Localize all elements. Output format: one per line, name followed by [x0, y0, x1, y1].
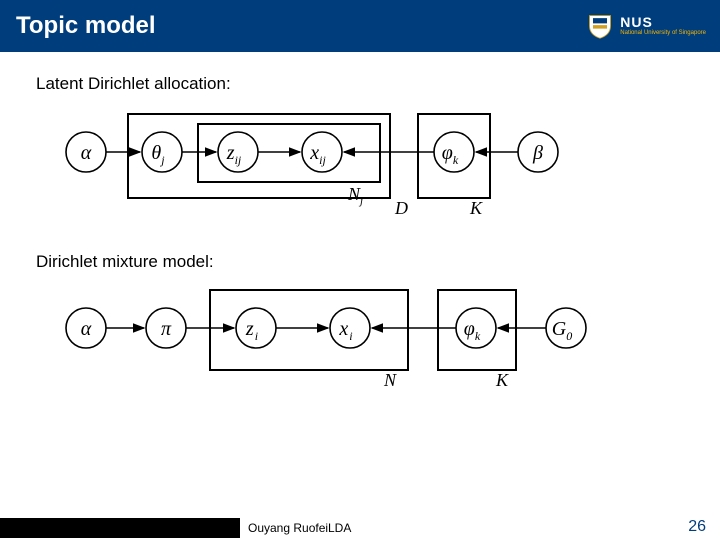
svg-text:N: N [383, 370, 397, 390]
svg-text:α: α [81, 318, 92, 340]
dmm-diagram: α π zi xi φk G0 N K [50, 284, 684, 392]
logo-full: National University of Singapore [620, 30, 706, 37]
svg-text:Nj: Nj [347, 184, 363, 207]
footer-bar [0, 518, 240, 538]
slide-body: Latent Dirichlet allocation: [0, 52, 720, 392]
lda-diagram: α θj zij xij φk β Nj D K [50, 106, 684, 218]
footer-author: Ouyang Ruofei [248, 521, 328, 535]
slide-title: Topic model [16, 12, 156, 40]
lda-label: Latent Dirichlet allocation: [36, 74, 684, 94]
svg-text:π: π [161, 318, 172, 340]
page-number: 26 [688, 518, 706, 536]
nus-logo: NUS National University of Singapore [586, 12, 706, 40]
svg-text:β: β [532, 142, 543, 164]
dmm-label: Dirichlet mixture model: [36, 252, 684, 272]
svg-text:K: K [495, 370, 509, 390]
footer-topic: LDA [328, 521, 351, 535]
shield-icon [586, 12, 614, 40]
logo-abbr: NUS [620, 15, 706, 30]
svg-text:D: D [394, 198, 408, 218]
node-alpha: α [81, 142, 92, 164]
svg-text:K: K [469, 198, 483, 218]
slide-header: Topic model NUS National University of S… [0, 0, 720, 52]
